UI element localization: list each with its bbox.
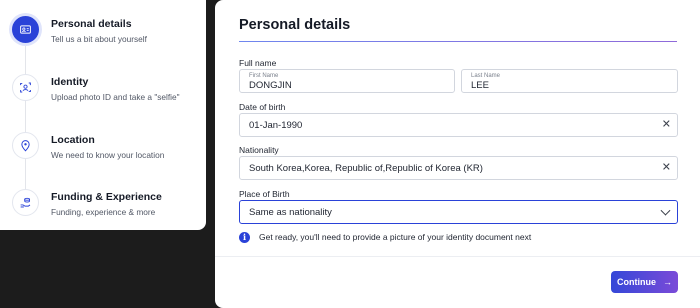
last-name-field[interactable]: Last Name LEE — [461, 69, 678, 93]
step-title: Identity — [51, 76, 89, 88]
dob-label: Date of birth — [239, 102, 286, 112]
stepper-panel: Personal details Tell us a bit about you… — [0, 0, 206, 230]
dob-field[interactable]: 01-Jan-1990 ✕ — [239, 113, 678, 137]
continue-label: Continue — [617, 277, 656, 287]
continue-button[interactable]: Continue → — [611, 271, 678, 293]
first-name-value: DONGJIN — [249, 80, 292, 91]
place-of-birth-select[interactable]: Same as nationality — [239, 200, 678, 224]
place-of-birth-value: Same as nationality — [249, 207, 332, 218]
step-description: We need to know your location — [51, 150, 165, 160]
full-name-label: Full name — [239, 58, 277, 68]
first-name-field[interactable]: First Name DONGJIN — [239, 69, 455, 93]
nationality-value: South Korea,Korea, Republic of,Republic … — [249, 163, 483, 174]
step-description: Upload photo ID and take a "selfie" — [51, 92, 180, 102]
step-title: Personal details — [51, 18, 132, 30]
page-title: Personal details — [239, 17, 351, 33]
id-card-icon — [12, 16, 39, 43]
personal-details-form: Personal details Full name First Name DO… — [215, 0, 700, 308]
info-note: i Get ready, you'll need to provide a pi… — [239, 232, 679, 244]
first-name-label: First Name — [249, 73, 279, 79]
nationality-field[interactable]: South Korea,Korea, Republic of,Republic … — [239, 156, 678, 180]
clear-dob-icon[interactable]: ✕ — [662, 119, 671, 131]
location-pin-icon — [12, 132, 39, 159]
info-text: Get ready, you'll need to provide a pict… — [259, 232, 532, 242]
step-title: Funding & Experience — [51, 191, 162, 203]
funding-icon — [12, 189, 39, 216]
stepper-connector — [25, 44, 26, 210]
step-description: Funding, experience & more — [51, 207, 156, 217]
info-icon: i — [239, 232, 250, 243]
clear-nationality-icon[interactable]: ✕ — [662, 162, 671, 174]
face-scan-icon — [12, 74, 39, 101]
arrow-right-icon: → — [663, 277, 672, 287]
last-name-label: Last Name — [471, 73, 501, 79]
step-funding-experience[interactable]: Funding & Experience Funding, experience… — [12, 189, 202, 229]
chevron-down-icon[interactable] — [660, 205, 671, 216]
step-title: Location — [51, 134, 95, 146]
dob-value: 01-Jan-1990 — [249, 120, 303, 131]
nationality-label: Nationality — [239, 145, 279, 155]
footer-divider — [215, 256, 700, 257]
step-location[interactable]: Location We need to know your location — [12, 132, 202, 172]
last-name-value: LEE — [471, 80, 489, 91]
step-identity[interactable]: Identity Upload photo ID and take a "sel… — [12, 74, 202, 114]
step-personal-details[interactable]: Personal details Tell us a bit about you… — [12, 16, 202, 56]
step-description: Tell us a bit about yourself — [51, 34, 147, 44]
place-of-birth-label: Place of Birth — [239, 189, 290, 199]
title-divider — [239, 41, 677, 42]
